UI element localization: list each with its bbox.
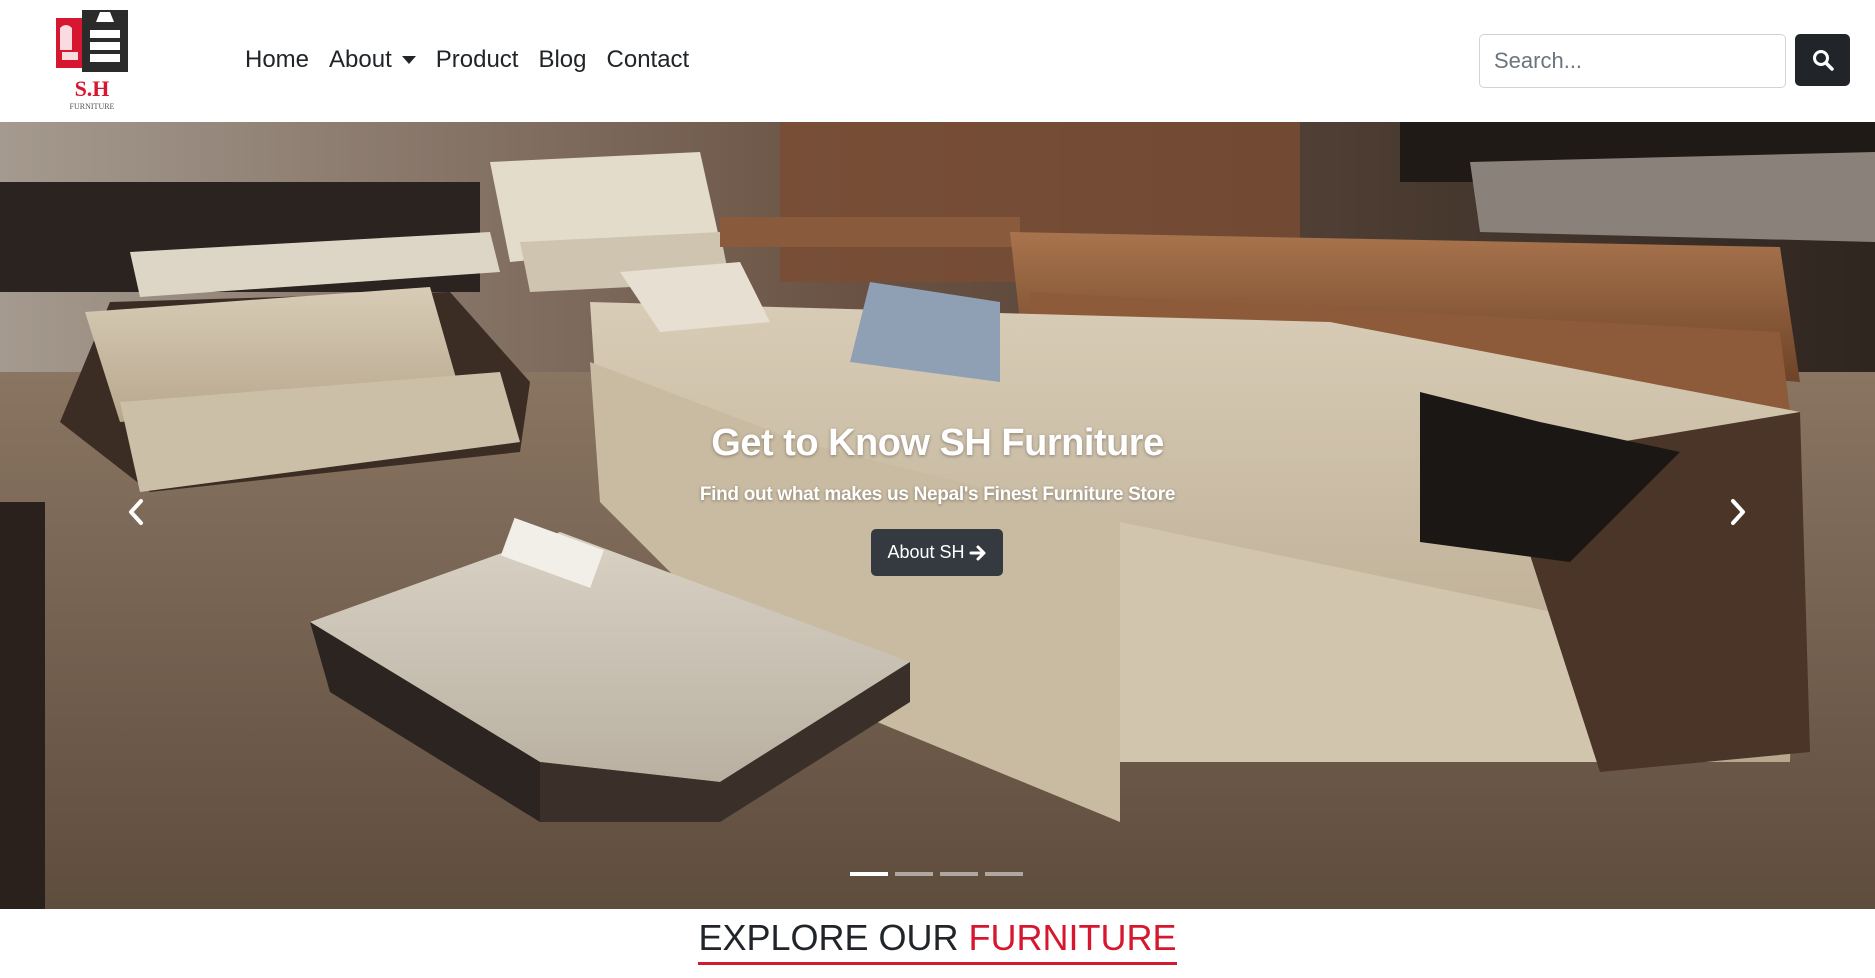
carousel-indicator[interactable]: [985, 872, 1023, 876]
search-icon: [1812, 50, 1834, 71]
section-heading: EXPLORE OUR FURNITURE: [0, 920, 1875, 965]
nav-blog-link[interactable]: Blog: [528, 46, 596, 74]
showroom-image: [0, 122, 1875, 909]
nav-home-link[interactable]: Home: [245, 46, 319, 74]
about-sh-button[interactable]: About SH: [871, 529, 1003, 576]
brand-logo[interactable]: S.H FURNITURE: [54, 6, 134, 114]
carousel-indicator[interactable]: [940, 872, 978, 876]
carousel-next-button[interactable]: [1718, 492, 1758, 532]
arrow-right-icon: [969, 545, 986, 560]
chevron-left-icon: [129, 499, 143, 525]
hero-carousel: Get to Know SH Furniture Find out what m…: [0, 122, 1875, 909]
carousel-prev-button[interactable]: [116, 492, 156, 532]
svg-text:S.H: S.H: [75, 76, 110, 101]
carousel-indicator[interactable]: [850, 872, 888, 876]
nav-about-dropdown[interactable]: About: [319, 46, 426, 74]
search-button[interactable]: [1795, 34, 1850, 86]
svg-text:FURNITURE: FURNITURE: [70, 102, 115, 111]
nav-contact-link[interactable]: Contact: [597, 46, 700, 74]
nav-about-label: About: [329, 46, 392, 73]
section-heading-plain: EXPLORE OUR: [698, 917, 969, 958]
carousel-title: Get to Know SH Furniture: [711, 422, 1164, 464]
main-nav: Home About Product Blog Contact: [245, 38, 699, 82]
navbar: S.H FURNITURE Home About Product Blog Co…: [0, 0, 1875, 122]
search-input[interactable]: [1479, 34, 1786, 88]
carousel-indicator[interactable]: [895, 872, 933, 876]
about-sh-label: About SH: [887, 542, 965, 562]
section-heading-accent: FURNITURE: [968, 917, 1177, 958]
nav-product-link[interactable]: Product: [426, 46, 529, 74]
section-heading-underline: EXPLORE OUR FURNITURE: [698, 917, 1177, 965]
carousel-subtitle: Find out what makes us Nepal's Finest Fu…: [699, 484, 1176, 505]
chevron-right-icon: [1731, 499, 1745, 525]
carousel-indicators: [850, 872, 1023, 876]
caret-down-icon: [401, 56, 416, 64]
